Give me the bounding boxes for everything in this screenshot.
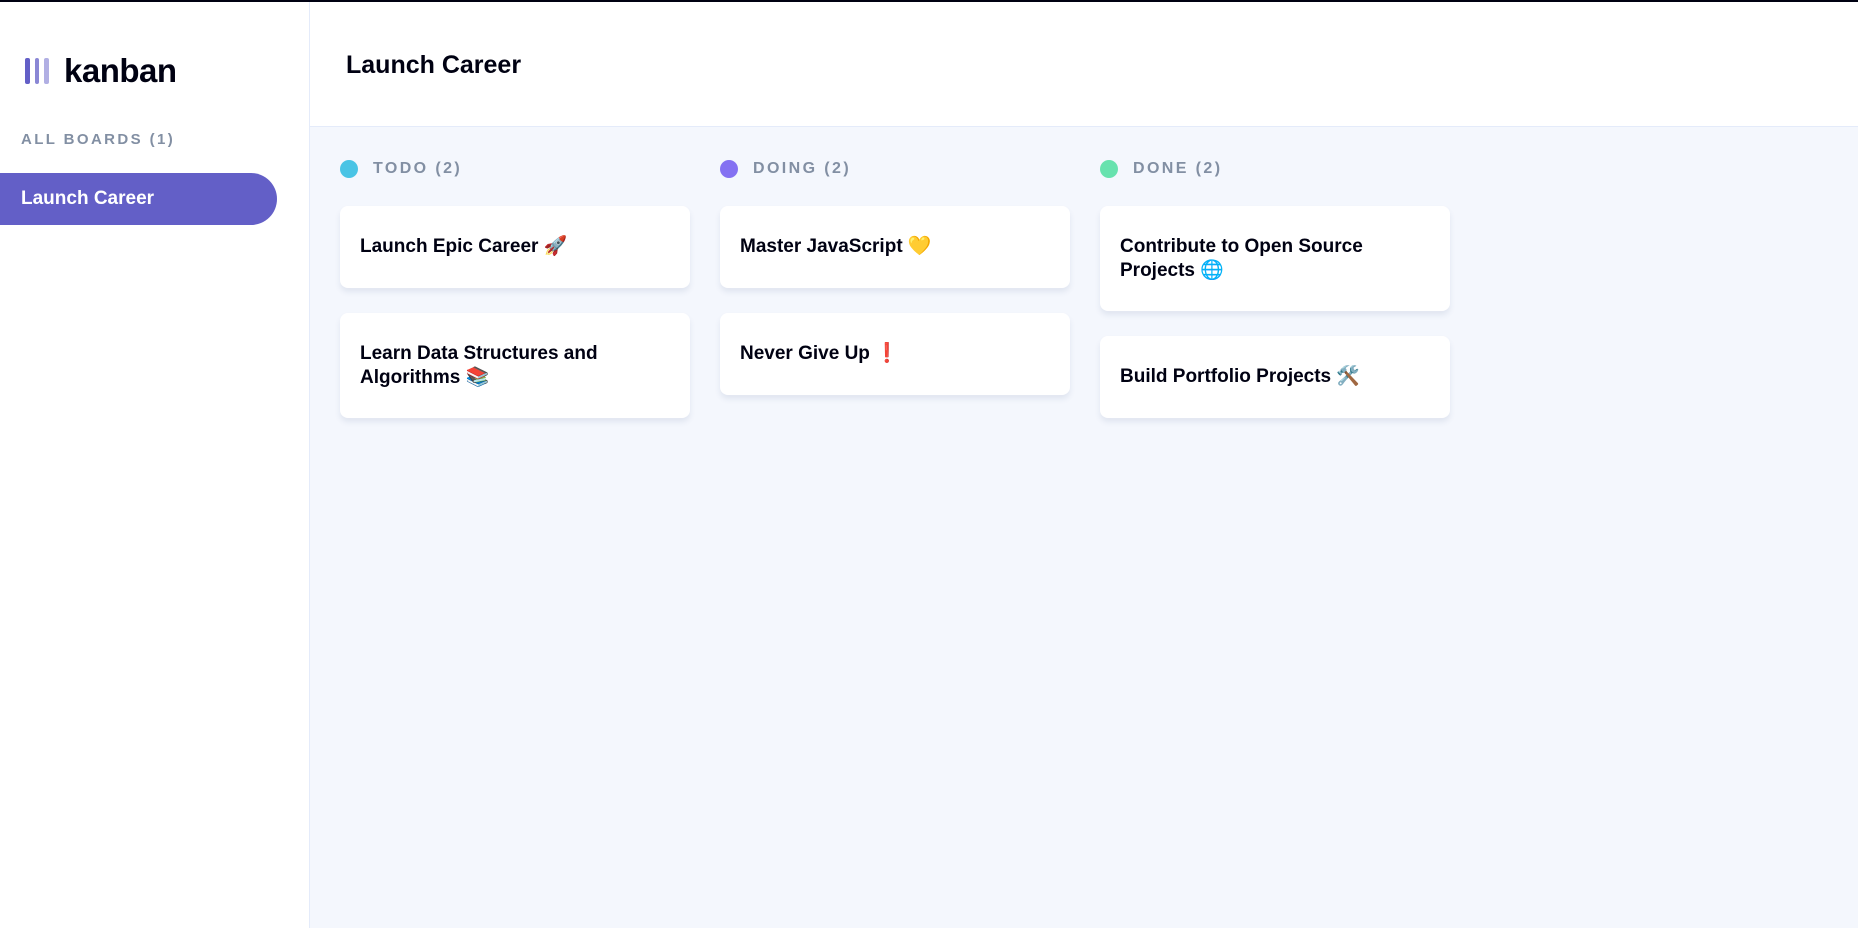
column-title: DONE (2): [1133, 160, 1223, 177]
status-dot: [720, 160, 738, 178]
column-doing: DOING (2) Master JavaScript 💛 Never Give…: [720, 158, 1070, 443]
page-title: Launch Career: [346, 51, 522, 79]
column-done: DONE (2) Contribute to Open Source Proje…: [1100, 158, 1450, 443]
logo-text: kanban: [64, 52, 177, 89]
task-title: Build Portfolio Projects 🛠️: [1120, 366, 1361, 387]
task-title: Contribute to Open Source Projects 🌐: [1120, 235, 1363, 281]
logo: kanban: [25, 52, 177, 90]
column-header: DONE (2): [1100, 158, 1450, 180]
status-dot: [1100, 160, 1118, 178]
board-columns: TODO (2) Launch Epic Career 🚀 Learn Data…: [340, 158, 1450, 443]
sidebar-item-launch-career[interactable]: Launch Career: [0, 173, 277, 225]
sidebar-item-label: Launch Career: [21, 188, 155, 209]
task-title: Master JavaScript 💛: [740, 236, 932, 257]
header: Launch Career: [310, 2, 1858, 127]
task-card[interactable]: Build Portfolio Projects 🛠️: [1100, 336, 1450, 418]
task-title: Never Give Up ❗: [740, 343, 899, 364]
sidebar: kanban ALL BOARDS (1) Launch Career: [0, 2, 310, 928]
task-title: Learn Data Structures and Algorithms 📚: [360, 342, 598, 388]
column-title: DOING (2): [753, 160, 852, 177]
column-header: TODO (2): [340, 158, 690, 180]
column-title: TODO (2): [373, 160, 463, 177]
task-card[interactable]: Never Give Up ❗: [720, 313, 1070, 395]
column-header: DOING (2): [720, 158, 1070, 180]
task-card[interactable]: Launch Epic Career 🚀: [340, 206, 690, 288]
logo-icon: [25, 58, 50, 84]
task-card[interactable]: Learn Data Structures and Algorithms 📚: [340, 313, 690, 418]
status-dot: [340, 160, 358, 178]
column-todo: TODO (2) Launch Epic Career 🚀 Learn Data…: [340, 158, 690, 443]
task-card[interactable]: Master JavaScript 💛: [720, 206, 1070, 288]
task-card[interactable]: Contribute to Open Source Projects 🌐: [1100, 206, 1450, 311]
task-title: Launch Epic Career 🚀: [360, 236, 568, 257]
all-boards-label: ALL BOARDS (1): [21, 131, 176, 148]
